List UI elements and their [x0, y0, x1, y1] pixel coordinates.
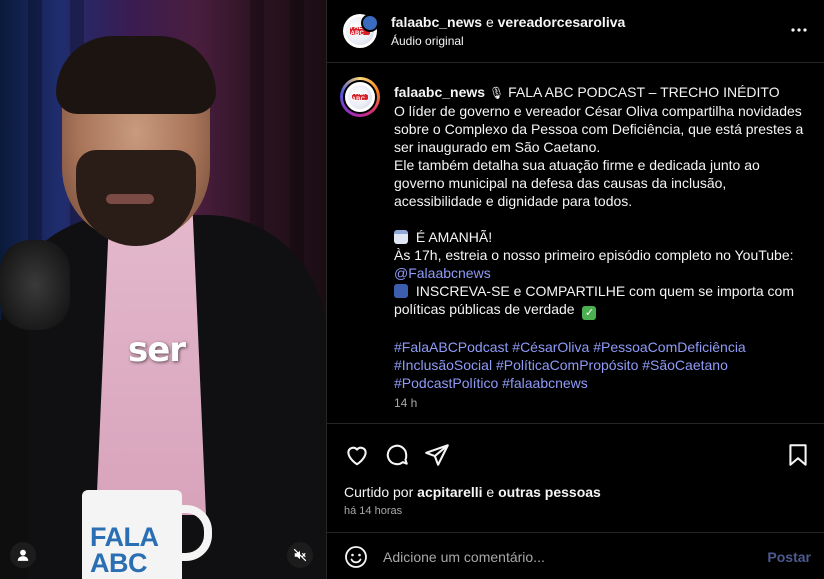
hashtag-line[interactable]: #PodcastPolítico #falaabcnews: [394, 374, 804, 392]
liked-others-link[interactable]: outras pessoas: [498, 484, 601, 500]
hashtag-line[interactable]: #InclusãoSocial #PolíticaComPropósito #S…: [394, 356, 804, 374]
subscribe-text: INSCREVA-SE e COMPARTILHE com quem se im…: [415, 283, 794, 299]
avatar: FALA ABC: [343, 80, 377, 114]
caption-line: governo municipal na defesa das causas d…: [394, 175, 727, 191]
tagged-users-button[interactable]: [10, 542, 36, 568]
more-horizontal-icon: [791, 28, 807, 32]
premiere-text: Às 17h, estreia o nosso primeiro episódi…: [394, 247, 794, 263]
comment-bubble-icon: [386, 444, 408, 466]
post-caption: FALA ABC falaabc_news 🎙 FALA ABC PODCAST…: [327, 63, 824, 423]
subscribe-text-2: políticas públicas de verdade: [394, 301, 575, 317]
caption-text: falaabc_news 🎙 FALA ABC PODCAST – TRECHO…: [394, 83, 804, 392]
caption-line: sobre o Complexo da Pessoa com Deficiênc…: [394, 121, 804, 137]
hashtag-line[interactable]: #FalaABCPodcast #CésarOliva #PessoaComDe…: [394, 338, 804, 356]
collab-avatar[interactable]: [361, 14, 379, 32]
check-mark-emoji-icon: ✓: [582, 306, 597, 320]
reel-video[interactable]: FALA ABC ser: [0, 0, 326, 579]
logo-text: FALA ABC: [351, 91, 368, 103]
caption-title: FALA ABC PODCAST – TRECHO INÉDITO: [508, 84, 780, 100]
announce-text: É AMANHÃ!: [415, 229, 493, 245]
more-options-button[interactable]: [789, 20, 809, 40]
person-mouth: [106, 194, 154, 204]
save-button[interactable]: [785, 442, 811, 468]
comment-input[interactable]: [383, 546, 743, 568]
caption-line: Ele também detalha sua atuação firme e d…: [394, 157, 760, 173]
person-icon: [17, 549, 29, 561]
post-timestamp[interactable]: há 14 horas: [344, 505, 402, 517]
inbox-arrow-emoji-icon: [394, 284, 408, 298]
caption-timestamp[interactable]: 14 h: [394, 396, 417, 410]
like-button[interactable]: [344, 442, 370, 468]
mug-text-line2: ABC: [90, 548, 148, 578]
header-user1-link[interactable]: falaabc_news: [391, 14, 482, 30]
person-hair: [56, 36, 216, 114]
channel-mention-link[interactable]: @Falaabcnews: [394, 265, 491, 281]
mute-button[interactable]: [287, 542, 313, 568]
smiley-icon: [345, 546, 367, 568]
caption-line: O líder de governo e vereador César Oliv…: [394, 103, 802, 119]
calendar-emoji-icon: [394, 230, 408, 244]
caption-line: ser inaugurado em São Caetano.: [394, 139, 601, 155]
header-usernames: falaabc_news e vereadorcesaroliva: [391, 14, 626, 30]
caption-line: acessibilidade e dignidade para todos.: [394, 193, 633, 209]
bookmark-icon: [789, 444, 807, 466]
liked-by-text: Curtido por acpitarelli e outras pessoas: [344, 484, 601, 500]
post-comment-button[interactable]: Postar: [767, 549, 811, 565]
post-panel: FALA ABC falaabc_news e vereadorcesaroli…: [326, 0, 824, 579]
microphone-arm: [0, 320, 28, 579]
paper-plane-icon: [425, 444, 449, 466]
add-comment-bar: Postar: [327, 532, 824, 579]
speaker-muted-icon: [293, 548, 307, 562]
microphone: [0, 240, 70, 330]
header-user2-link[interactable]: vereadorcesaroliva: [498, 14, 626, 30]
comment-button[interactable]: [384, 442, 410, 468]
video-caption: ser: [128, 330, 186, 370]
heart-icon: [347, 446, 367, 466]
liked-by-user-link[interactable]: acpitarelli: [417, 484, 482, 500]
microphone-emoji-icon: 🎙: [488, 86, 505, 100]
share-button[interactable]: [424, 442, 450, 468]
story-ring[interactable]: FALA ABC: [340, 77, 380, 117]
post-header: FALA ABC falaabc_news e vereadorcesaroli…: [327, 0, 824, 63]
caption-username-link[interactable]: falaabc_news: [394, 84, 485, 100]
mug-logo-text: FALA ABC: [90, 524, 180, 578]
emoji-button[interactable]: [344, 545, 368, 569]
original-audio-link[interactable]: Áudio original: [391, 34, 464, 48]
